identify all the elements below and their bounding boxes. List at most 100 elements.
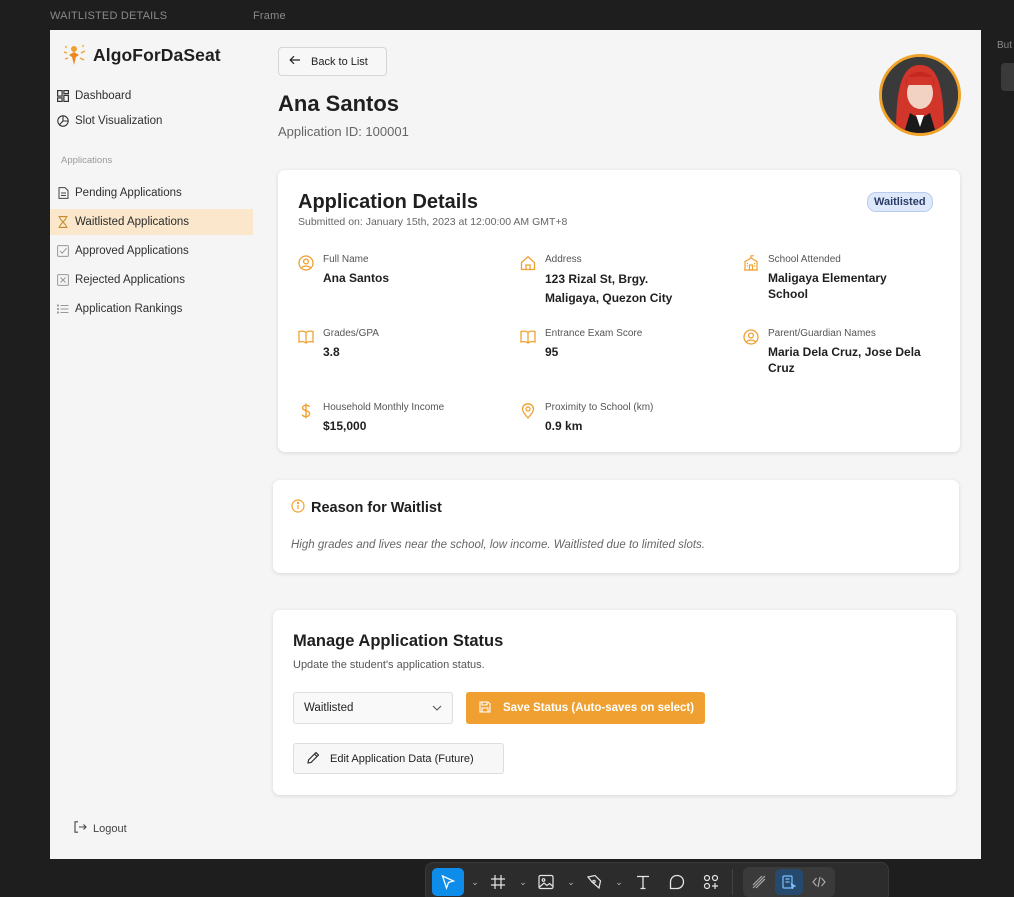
text-icon — [637, 875, 649, 890]
sidebar-item-label: Slot Visualization — [75, 115, 163, 127]
logo-icon — [63, 44, 86, 65]
mode-switcher — [743, 867, 835, 897]
field-label: Household Monthly Income — [323, 402, 445, 413]
save-status-button[interactable]: Save Status (Auto-saves on select) — [466, 692, 705, 724]
field-label: Entrance Exam Score — [545, 328, 643, 339]
dev-mode-button[interactable] — [805, 869, 833, 895]
logout-button[interactable]: Logout — [74, 821, 127, 836]
field-label: Proximity to School (km) — [545, 402, 654, 413]
card-subtitle: Update the student's application status. — [293, 659, 485, 671]
sidebar-item-waitlisted[interactable]: Waitlisted Applications — [50, 209, 253, 235]
draw-icon — [752, 875, 766, 889]
x-square-icon — [57, 274, 69, 286]
edit-application-label: Edit Application Data (Future) — [330, 752, 474, 765]
dollar-icon — [298, 403, 315, 420]
logout-icon — [74, 821, 87, 836]
book-icon — [520, 329, 537, 346]
status-select[interactable]: Waitlisted — [293, 692, 453, 724]
sidebar-item-dashboard[interactable]: Dashboard — [55, 83, 253, 109]
sidebar-item-approved[interactable]: Approved Applications — [55, 238, 253, 264]
field-label: Grades/GPA — [323, 328, 379, 339]
logout-label: Logout — [93, 822, 127, 835]
adjacent-frame-label: But — [997, 40, 1013, 51]
field-value: 123 Rizal St, Brgy. Maligaya, Quezon Cit… — [545, 272, 673, 305]
hourglass-icon — [57, 216, 69, 228]
adjacent-frame-preview[interactable] — [1001, 63, 1014, 91]
book-icon — [298, 329, 315, 346]
code-icon — [812, 876, 826, 888]
brand[interactable]: AlgoForDaSeat — [61, 43, 221, 67]
pen-icon — [586, 874, 602, 890]
list-icon — [57, 303, 69, 315]
file-icon — [57, 187, 69, 199]
reason-text: High grades and lives near the school, l… — [291, 539, 705, 551]
text-tool[interactable] — [628, 868, 658, 896]
manage-status-card: Manage Application Status Update the stu… — [273, 610, 956, 795]
sidebar-item-rankings[interactable]: Application Rankings — [55, 296, 253, 322]
reason-title: Reason for Waitlist — [311, 500, 442, 516]
pencil-icon — [307, 751, 320, 767]
field-address: Address 123 Rizal St, Brgy. Maligaya, Qu… — [520, 254, 672, 308]
sidebar-item-rejected[interactable]: Rejected Applications — [55, 267, 253, 293]
sidebar-item-label: Rejected Applications — [75, 274, 185, 286]
draw-mode-button[interactable] — [745, 869, 773, 895]
edit-application-button[interactable]: Edit Application Data (Future) — [293, 743, 504, 774]
field-value: 0.9 km — [545, 419, 583, 433]
info-icon — [291, 499, 305, 517]
status-badge: Waitlisted — [867, 192, 933, 212]
actions-tool[interactable] — [696, 868, 726, 896]
actions-icon — [703, 874, 719, 890]
card-title: Manage Application Status — [293, 632, 504, 650]
card-title: Application Details — [298, 191, 479, 213]
field-exam-score: Entrance Exam Score 95 — [520, 328, 642, 360]
comment-icon — [669, 874, 685, 890]
submitted-date: Submitted on: January 15th, 2023 at 12:0… — [298, 216, 568, 228]
image-tool[interactable] — [532, 868, 560, 896]
application-id: Application ID: 100001 — [278, 124, 409, 139]
move-tool[interactable] — [432, 868, 464, 896]
field-value: Ana Santos — [323, 271, 390, 285]
user-circle-icon — [743, 329, 760, 346]
pie-chart-icon — [57, 115, 69, 127]
field-value: 3.8 — [323, 345, 340, 359]
back-to-list-button[interactable]: Back to List — [278, 47, 387, 76]
field-label: Parent/Guardian Names — [768, 328, 876, 339]
sidebar-item-pending[interactable]: Pending Applications — [55, 180, 253, 206]
chevron-down-icon[interactable]: ⌄ — [564, 868, 576, 896]
save-icon — [479, 700, 491, 716]
avatar — [879, 54, 961, 136]
sidebar-item-slot-visualization[interactable]: Slot Visualization — [55, 108, 253, 134]
field-label: School Attended — [768, 254, 841, 265]
chevron-down-icon[interactable]: ⌄ — [612, 868, 624, 896]
chevron-down-icon[interactable]: ⌄ — [516, 868, 528, 896]
app-frame: AlgoForDaSeat Dashboard Slot Visualizati… — [50, 30, 981, 859]
chevron-down-icon[interactable]: ⌄ — [468, 868, 480, 896]
nav-section-label: Applications — [61, 155, 113, 166]
brand-name: AlgoForDaSeat — [93, 44, 221, 65]
check-square-icon — [57, 245, 69, 257]
frame-tool[interactable] — [484, 868, 512, 896]
arrow-left-icon — [289, 55, 301, 68]
toolbar-divider — [732, 869, 733, 895]
field-household-income: Household Monthly Income $15,000 — [298, 402, 444, 434]
sidebar: AlgoForDaSeat Dashboard Slot Visualizati… — [50, 30, 253, 859]
design-toolbar: ⌄ ⌄ ⌄ ⌄ — [425, 862, 889, 897]
status-select-value: Waitlisted — [304, 702, 354, 714]
field-value: $15,000 — [323, 419, 367, 433]
save-status-label: Save Status (Auto-saves on select) — [503, 702, 695, 714]
design-mode-icon — [782, 875, 796, 889]
image-icon — [538, 874, 554, 890]
pen-tool[interactable] — [580, 868, 608, 896]
field-value: 95 — [545, 345, 559, 359]
map-pin-icon — [520, 403, 537, 420]
page-title: Ana Santos — [278, 91, 400, 116]
field-value: Maria Dela Cruz, Jose Dela Cruz — [768, 345, 921, 375]
design-mode-button[interactable] — [775, 869, 803, 895]
application-details-card: Application Details Submitted on: Januar… — [278, 170, 960, 452]
field-school-attended: School Attended Maligaya Elementary Scho… — [743, 254, 887, 302]
home-icon — [520, 255, 537, 272]
sidebar-item-label: Application Rankings — [75, 303, 183, 315]
back-label: Back to List — [311, 55, 368, 68]
comment-tool[interactable] — [662, 868, 692, 896]
field-label: Address — [545, 254, 582, 265]
